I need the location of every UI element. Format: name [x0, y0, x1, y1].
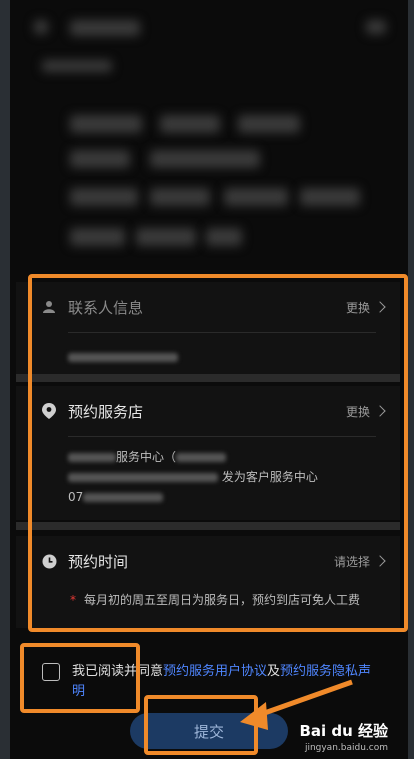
highlight-form-box	[28, 274, 408, 632]
left-edge	[0, 0, 10, 759]
watermark-url: jingyan.baidu.com	[304, 743, 388, 753]
right-edge	[408, 0, 414, 759]
highlight-checkbox-box	[20, 643, 140, 713]
baidu-watermark: Bai du 经验	[299, 722, 388, 740]
blurred-header-area	[10, 0, 408, 270]
